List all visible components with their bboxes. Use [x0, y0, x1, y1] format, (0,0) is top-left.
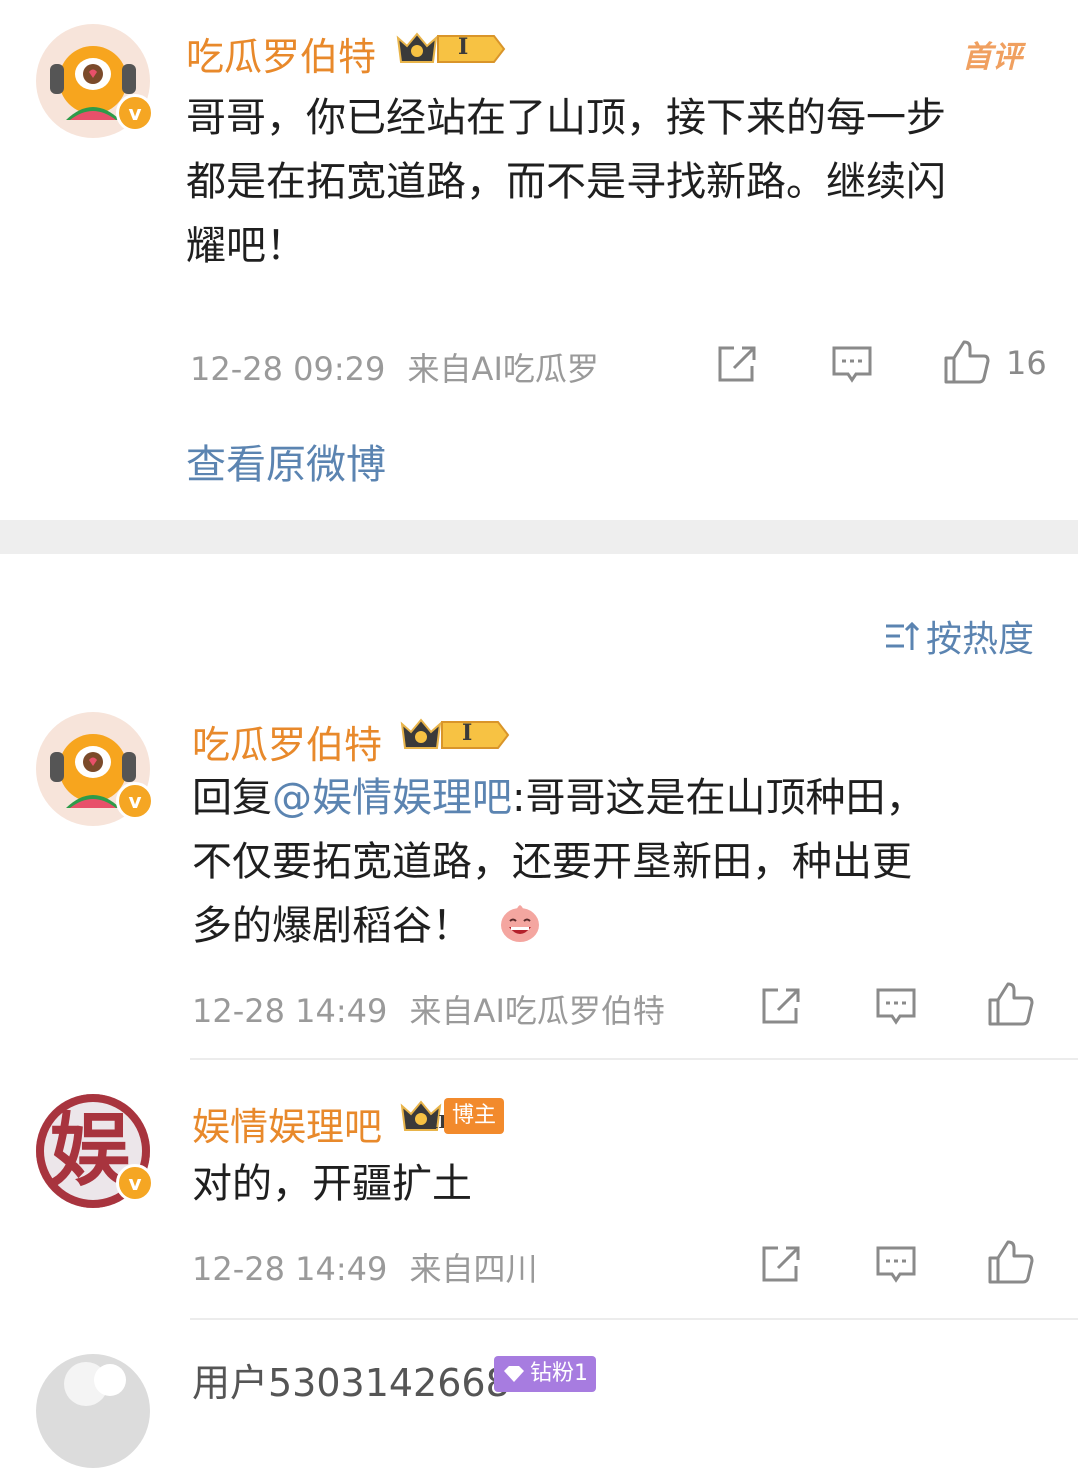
reply-line-rest: :哥哥这是在山顶种田， [512, 775, 926, 821]
comment-meta: 12-28 09:29 来自AI吃瓜罗 [190, 344, 599, 390]
avatar[interactable]: v [36, 712, 154, 826]
like-count: 16 [1006, 344, 1047, 382]
reply-prefix: 回复 [192, 775, 272, 821]
reply-separator [190, 1318, 1078, 1320]
comment-text: 哥哥，你已经站在了山顶，接下来的每一步 都是在拓宽道路，而不是寻找新路。继续闪 … [186, 86, 1056, 278]
fan-badge-label: 钻粉1 [530, 1361, 588, 1386]
comment-icon[interactable] [830, 342, 874, 386]
blogger-badge: 博主 [444, 1098, 505, 1134]
comment-line: 哥哥，你已经站在了山顶，接下来的每一步 [186, 95, 946, 141]
level-number: I [458, 34, 469, 60]
share-icon[interactable] [716, 342, 760, 386]
comment-icon[interactable] [874, 984, 918, 1028]
comment-line: 都是在拓宽道路，而不是寻找新路。继续闪 [186, 159, 946, 205]
laughing-emoji-icon [500, 905, 539, 942]
reply-line: 不仅要拓宽道路，还要开垦新田，种出更 [192, 839, 912, 885]
reply-text: 回复@娱情娱理吧:哥哥这是在山顶种田， 不仅要拓宽道路，还要开垦新田，种出更 多… [192, 766, 1062, 958]
view-original-weibo-link[interactable]: 查看原微博 [186, 432, 386, 490]
reply-line: 回复@娱情娱理吧:哥哥这是在山顶种田， [192, 766, 1062, 830]
avatar[interactable]: 娱 v [36, 1094, 154, 1208]
verified-badge-icon: v [116, 94, 154, 132]
avatar[interactable] [36, 1354, 150, 1468]
level-number: I [462, 720, 473, 746]
like-icon[interactable] [986, 980, 1034, 1028]
username[interactable]: 吃瓜罗伯特 [192, 714, 382, 769]
comment-source: 来自AI吃瓜罗 [407, 350, 599, 388]
sort-label: 按热度 [925, 619, 1034, 660]
level-crown-badge[interactable]: I [398, 714, 510, 756]
reply-separator [190, 1058, 1078, 1060]
reply-source: 来自AI吃瓜罗伯特 [409, 992, 665, 1030]
reply-text: 对的，开疆扩土 [192, 1161, 472, 1207]
mention-link[interactable]: @娱情娱理吧 [272, 775, 512, 821]
sort-by-hot-toggle[interactable]: 按热度 [884, 610, 1034, 662]
first-comment-label: 首评 [962, 40, 1022, 75]
reply-meta: 12-28 14:49 来自AI吃瓜罗伯特 [192, 986, 665, 1032]
sort-icon [885, 621, 920, 650]
reply-meta: 12-28 14:49 来自四川 [192, 1244, 538, 1290]
avatar[interactable]: v [36, 24, 154, 138]
like-icon[interactable] [942, 338, 990, 386]
username[interactable]: 娱情娱理吧 [192, 1096, 382, 1151]
like-icon[interactable] [986, 1238, 1034, 1286]
level-crown-badge[interactable]: I [394, 28, 506, 70]
verified-badge-icon: v [116, 782, 154, 820]
comment-time: 12-28 09:29 [190, 350, 386, 388]
username[interactable]: 吃瓜罗伯特 [186, 26, 376, 81]
verified-badge-icon: v [116, 1164, 154, 1202]
comment-icon[interactable] [874, 1242, 918, 1286]
share-icon[interactable] [760, 1242, 804, 1286]
diamond-icon [504, 1366, 524, 1382]
comment-line: 耀吧！ [186, 223, 306, 269]
reply-line: 多的爆剧稻谷！ [192, 894, 1062, 958]
diamond-fan-badge: 钻粉1 [494, 1356, 596, 1392]
reply-source: 来自四川 [409, 1250, 538, 1288]
reply-time: 12-28 14:49 [192, 1250, 388, 1288]
level-crown-icon[interactable]: II [398, 1096, 447, 1138]
username[interactable]: 用户5303142668 [192, 1352, 510, 1407]
reply-line-text: 多的爆剧稻谷！ [192, 903, 472, 949]
reply-time: 12-28 14:49 [192, 992, 388, 1030]
avatar-image [36, 1354, 150, 1468]
section-divider [0, 520, 1078, 554]
share-icon[interactable] [760, 984, 804, 1028]
